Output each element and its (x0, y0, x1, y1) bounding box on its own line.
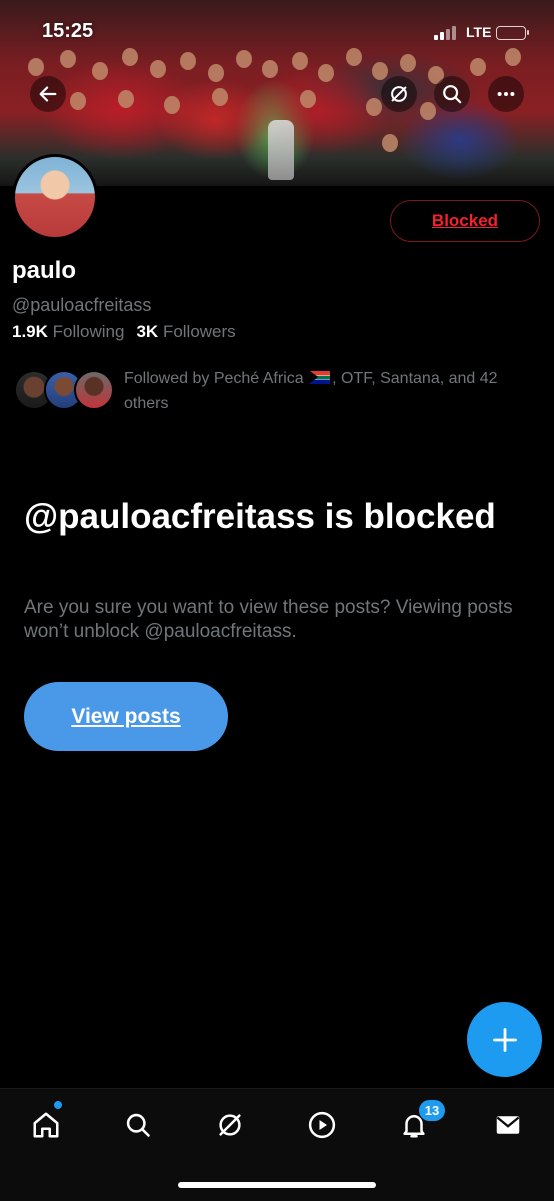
status-time: 15:25 (42, 20, 94, 42)
profile-name: paulo (12, 257, 76, 284)
tab-video[interactable] (302, 1105, 342, 1145)
signal-icon (434, 26, 456, 40)
following-label: Following (52, 322, 125, 341)
followed-by-text: Followed by Peché Africa , OTF, Santana,… (124, 366, 544, 416)
tab-search[interactable] (118, 1105, 158, 1145)
network-label: LTE (466, 24, 492, 40)
arrow-left-icon (39, 86, 57, 102)
compose-button[interactable] (467, 1002, 542, 1077)
following-link[interactable]: 1.9K Following (12, 322, 124, 341)
search-icon (443, 85, 462, 104)
followed-by-section[interactable]: Followed by Peché Africa , OTF, Santana,… (14, 366, 544, 416)
grok-button[interactable] (381, 76, 417, 112)
home-unread-dot (54, 1101, 62, 1109)
profile-handle: @pauloacfreitass (12, 295, 152, 315)
followers-label: Followers (162, 322, 236, 341)
avatar[interactable] (12, 154, 98, 240)
battery-icon (496, 26, 529, 40)
search-button[interactable] (434, 76, 470, 112)
tab-grok[interactable] (210, 1105, 250, 1145)
home-indicator (178, 1182, 376, 1188)
following-count: 1.9K (12, 322, 48, 341)
home-icon (33, 1112, 59, 1138)
blocked-button[interactable]: Blocked (390, 200, 540, 242)
south-africa-flag-icon (310, 371, 331, 384)
grok-icon (391, 86, 407, 102)
mail-icon (496, 1116, 520, 1134)
view-posts-button[interactable]: View posts (24, 682, 228, 751)
status-bar: 15:25 LTE (0, 0, 554, 60)
tab-home[interactable] (26, 1105, 66, 1145)
search-icon (126, 1113, 150, 1137)
followers-link[interactable]: 3K Followers (136, 322, 235, 341)
more-dots-icon (497, 91, 515, 97)
grok-icon (219, 1114, 241, 1136)
plus-icon (492, 1027, 517, 1052)
tab-messages[interactable] (488, 1105, 528, 1145)
play-icon (308, 1111, 336, 1139)
blocked-title: @pauloacfreitass is blocked (24, 497, 496, 536)
followers-count: 3K (136, 322, 159, 341)
back-button[interactable] (30, 76, 66, 112)
more-button[interactable] (488, 76, 524, 112)
follower-avatar (74, 370, 114, 410)
profile-stats: 1.9K Following 3K Followers (12, 322, 236, 342)
followed-by-prefix: Followed by Peché Africa (124, 370, 304, 387)
blocked-description: Are you sure you want to view these post… (24, 597, 513, 642)
notifications-badge: 13 (419, 1100, 445, 1121)
trophy-image (268, 120, 294, 180)
